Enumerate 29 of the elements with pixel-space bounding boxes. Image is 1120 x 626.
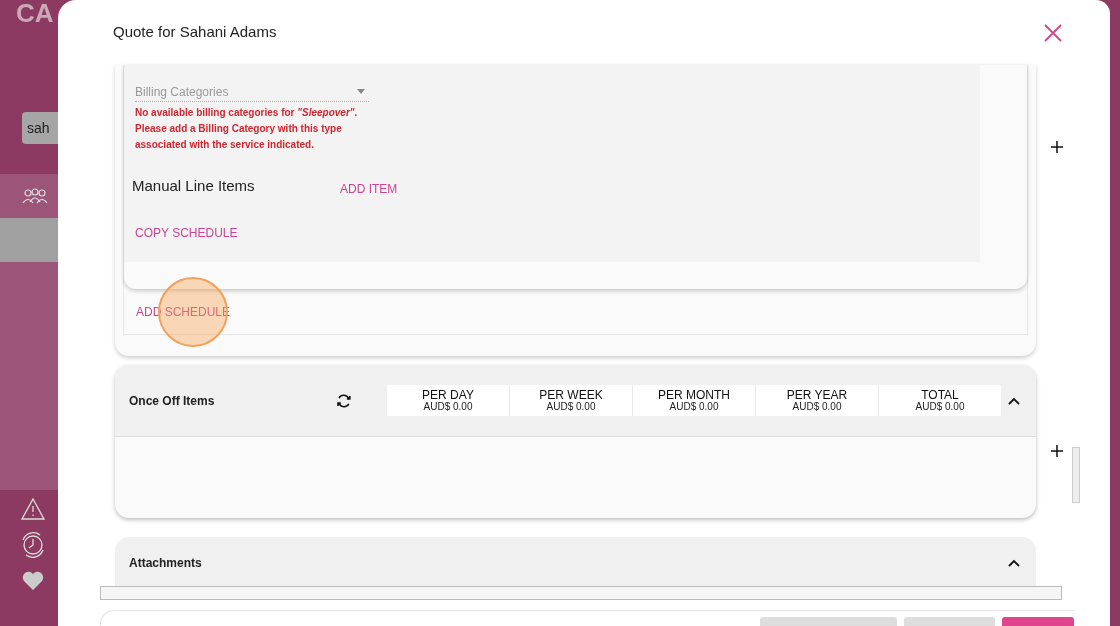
people-icon xyxy=(22,187,48,205)
scrollbar[interactable] xyxy=(1072,447,1080,503)
chevron-up-icon[interactable] xyxy=(1008,396,1020,405)
caret-icon xyxy=(357,89,365,94)
error-message: No available billing categories for "Sleepover". Please add a Billing Category with this type associated with the service indicated. xyxy=(135,106,359,152)
plus-icon[interactable] xyxy=(1051,445,1063,457)
copy-schedule-link[interactable]: COPY SCHEDULE xyxy=(135,224,238,242)
plus-icon[interactable] xyxy=(1051,141,1063,153)
warning-icon[interactable] xyxy=(21,498,45,520)
summary-cell: PER YEAR AUD$ 0.00 xyxy=(756,385,878,416)
heart-icon[interactable] xyxy=(21,570,45,592)
refresh-icon[interactable] xyxy=(336,392,352,409)
dialog-title: Quote for Sahani Adams xyxy=(113,22,277,43)
close-icon[interactable] xyxy=(1044,23,1062,42)
card-title: Once Off Items xyxy=(129,392,216,410)
summary-cell: PER MONTH AUD$ 0.00 xyxy=(633,385,755,416)
summary-cell: TOTAL AUD$ 0.00 xyxy=(879,385,1001,416)
summary-cell: PER DAY AUD$ 0.00 xyxy=(387,385,509,416)
billing-select[interactable]: Billing Categories xyxy=(135,82,369,102)
section-heading: Manual Line Items xyxy=(132,175,256,196)
clock-icon[interactable] xyxy=(20,532,46,558)
summary-cell: PER WEEK AUD$ 0.00 xyxy=(510,385,632,416)
logo-text: CA xyxy=(16,0,54,26)
nav-item[interactable] xyxy=(0,174,58,218)
card-title: Attachments xyxy=(129,555,202,572)
horizontal-scrollbar[interactable] xyxy=(100,586,1062,600)
chevron-up-icon[interactable] xyxy=(1008,559,1020,567)
add-item-link[interactable]: ADD ITEM xyxy=(340,180,398,198)
search-field[interactable]: sah xyxy=(22,112,58,144)
